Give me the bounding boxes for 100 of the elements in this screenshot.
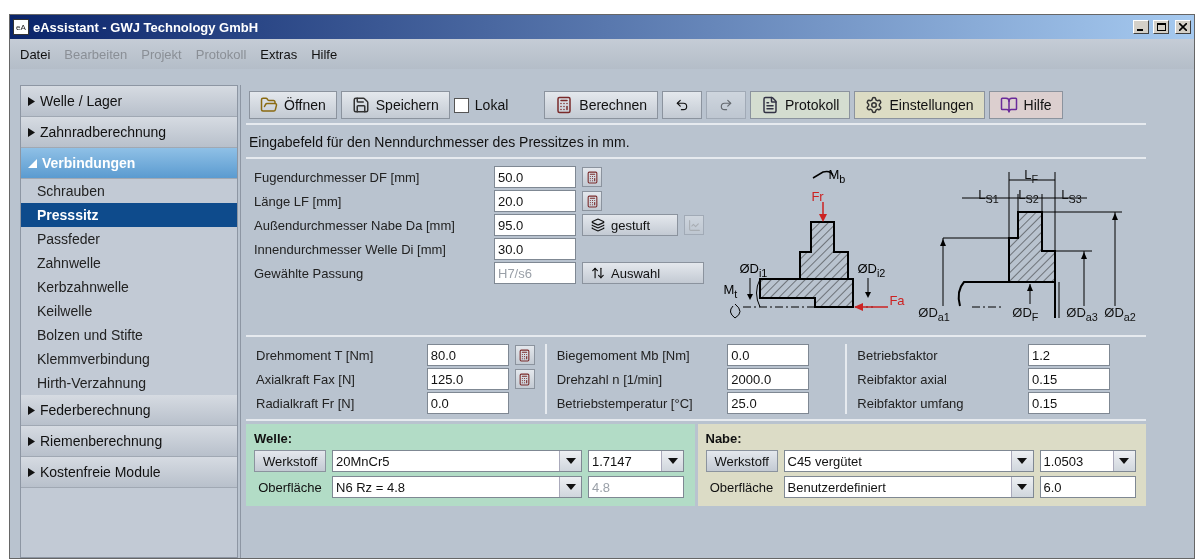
input-field[interactable]: 20.0: [494, 190, 576, 212]
line-chart-icon: [687, 218, 701, 232]
diagram-label: ØD$_{F}$: [1012, 306, 1039, 323]
input-field[interactable]: 80.0: [426, 344, 509, 366]
menu-item[interactable]: Hilfe: [311, 46, 338, 62]
sidebar-item[interactable]: Passfeder: [21, 227, 237, 251]
sidebar-item[interactable]: Zahnwelle: [21, 251, 237, 275]
diagram-label: ØD$_{a2}$: [1104, 306, 1136, 323]
open-button[interactable]: Öffnen: [249, 91, 337, 119]
up-down-arrows-icon: [591, 266, 605, 280]
help-button[interactable]: Hilfe: [988, 91, 1063, 119]
app-icon: eA: [13, 19, 29, 35]
code-dropdown[interactable]: 1.0503: [1039, 450, 1136, 472]
book-icon: [999, 96, 1018, 114]
field-label: Länge LF [mm]: [254, 193, 343, 209]
input-field[interactable]: 2000.0: [727, 368, 810, 390]
settings-icon: [865, 96, 884, 114]
field-label: Radialkraft Fr [N]: [256, 395, 356, 411]
redo-arrow-icon: [719, 98, 733, 112]
material-dropdown[interactable]: 20MnCr5: [332, 450, 582, 472]
caret-icon: [565, 484, 576, 490]
sidebar-section[interactable]: Federberechnung: [21, 395, 237, 426]
menu-item[interactable]: Extras: [260, 46, 298, 62]
field-label: Drehmoment T [Nm]: [256, 347, 375, 363]
field-label: Reibfaktor axial: [857, 371, 948, 387]
minimize-icon[interactable]: [1133, 20, 1149, 34]
checkbox[interactable]: [453, 97, 469, 113]
caret-icon: [565, 458, 576, 464]
field-label: Oberfläche: [257, 479, 323, 495]
sidebar-item[interactable]: Hirth-Verzahnung: [21, 371, 237, 395]
sidebar-item[interactable]: Presssitz: [21, 203, 237, 227]
collapsed-triangle-icon: [28, 405, 35, 415]
sidebar-item[interactable]: Kerbzahnwelle: [21, 275, 237, 299]
field-label: Reibfaktor umfang: [857, 395, 965, 411]
calculator-button[interactable]: [514, 345, 535, 365]
surface-dropdown[interactable]: N6 Rz = 4.8: [332, 476, 582, 498]
input-field[interactable]: 0.15: [1028, 368, 1110, 390]
input-field[interactable]: 125.0: [426, 368, 509, 390]
diagram-label: ØD$_{i1}$: [739, 262, 768, 279]
collapsed-triangle-icon: [28, 436, 35, 446]
input-field[interactable]: 50.0: [494, 166, 576, 188]
input-field[interactable]: 0.0: [426, 392, 509, 414]
calculate-button[interactable]: Berechnen: [544, 91, 658, 119]
sidebar-section[interactable]: Welle / Lager: [21, 86, 237, 117]
calculator-button[interactable]: [582, 191, 602, 211]
code-dropdown[interactable]: 1.7147: [588, 450, 684, 472]
sidebar-section[interactable]: Riemenberechnung: [21, 426, 237, 457]
sidebar-item[interactable]: Schrauben: [21, 179, 237, 203]
undo-button[interactable]: [662, 91, 702, 119]
caret-icon: [1017, 458, 1027, 464]
field-label: Oberfläche: [708, 479, 775, 495]
diagram-label: ØD$_{a3}$: [1066, 306, 1098, 323]
input-field[interactable]: 0.15: [1028, 392, 1110, 414]
document-icon: [761, 96, 779, 114]
collapsed-triangle-icon: [28, 127, 35, 137]
field-label: Betriebstemperatur [°C]: [556, 395, 694, 411]
calculator-button[interactable]: [582, 167, 602, 187]
calculator-icon: [518, 348, 532, 362]
input-field[interactable]: 1.2: [1028, 344, 1110, 366]
diagram-label: M$_{t}$: [723, 283, 738, 300]
calculator-button[interactable]: [514, 369, 535, 389]
hint-text: Eingabefeld für den Nenndurchmesser des Pressitzes in mm.: [246, 125, 1146, 159]
calculator-icon: [555, 96, 574, 114]
diagram-label: ØD$_{i2}$: [857, 262, 886, 279]
close-icon[interactable]: [1175, 20, 1191, 34]
save-button[interactable]: Speichern: [340, 91, 450, 119]
report-button[interactable]: Protokoll: [750, 91, 851, 119]
input-field[interactable]: 25.0: [727, 392, 810, 414]
input-field[interactable]: 95.0: [494, 214, 576, 236]
field-label: Betriebsfaktor: [857, 347, 939, 363]
sidebar-item[interactable]: Keilwelle: [21, 299, 237, 323]
stepped-button[interactable]: gestuft: [582, 214, 678, 236]
field-label: Axialkraft Fax [N]: [256, 371, 356, 387]
input-field[interactable]: 6.0: [1039, 476, 1136, 498]
field-label: Außendurchmesser Nabe Da [mm]: [254, 217, 456, 233]
folder-icon: [260, 96, 278, 114]
material-dropdown[interactable]: C45 vergütet: [783, 450, 1034, 472]
field-label: Gewählte Passung: [254, 265, 365, 281]
field-label: Innendurchmesser Welle Di [mm]: [254, 241, 447, 257]
caret-icon: [1017, 484, 1027, 490]
checkbox-label: Lokal: [474, 97, 509, 113]
menu-item[interactable]: Datei: [20, 46, 51, 62]
material-button[interactable]: Werkstoff: [254, 450, 326, 472]
panel-title: Nabe:: [705, 431, 743, 446]
input-field[interactable]: 0.0: [727, 344, 810, 366]
sidebar-item[interactable]: Bolzen und Stifte: [21, 323, 237, 347]
diagram-label: L$_{S3}$: [1061, 188, 1082, 205]
sidebar-section[interactable]: Kostenfreie Module: [21, 457, 237, 488]
diagram-label: L$_{F}$: [1024, 168, 1039, 185]
sidebar-section[interactable]: Zahnradberechnung: [21, 117, 237, 148]
field-label: Biegemoment Mb [Nm]: [556, 347, 691, 363]
sidebar-item[interactable]: Klemmverbindung: [21, 347, 237, 371]
settings-button[interactable]: Einstellungen: [854, 91, 985, 119]
surface-dropdown[interactable]: Benutzerdefiniert: [783, 476, 1034, 498]
maximize-icon[interactable]: [1153, 20, 1169, 34]
expanded-triangle-icon: [28, 158, 37, 168]
diagram-label: Fa: [889, 294, 905, 307]
caret-icon: [1119, 458, 1129, 464]
input-field[interactable]: 30.0: [494, 238, 576, 260]
material-button[interactable]: Werkstoff: [705, 450, 778, 472]
